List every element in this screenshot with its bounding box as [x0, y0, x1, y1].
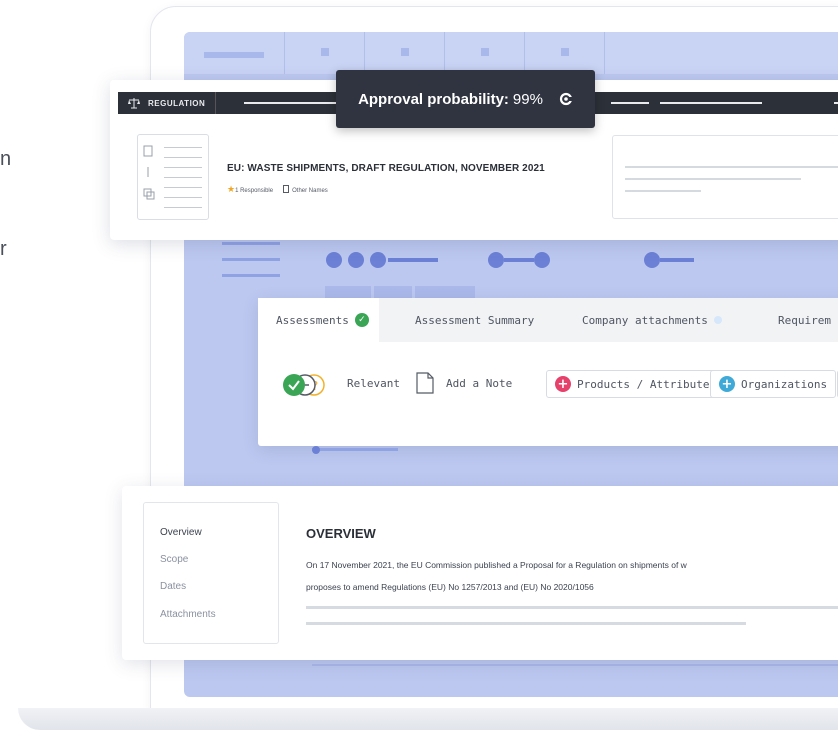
nav-item-scope[interactable]: Scope [160, 554, 188, 565]
overview-card: Overview Scope Dates Attachments OVERVIE… [122, 486, 838, 660]
timeline-dot-icon [312, 446, 320, 454]
laptop-base [18, 708, 838, 730]
doc-line [164, 167, 202, 168]
topbar-logo-placeholder [204, 52, 264, 58]
organizations-button[interactable]: + Organizations [710, 370, 837, 398]
step-circle-icon [644, 252, 660, 268]
doc-line [164, 147, 202, 148]
step-circle-icon [534, 252, 550, 268]
nav-item-dates[interactable]: Dates [160, 581, 186, 592]
responsible-label: 1 Responsible [235, 188, 274, 194]
approval-probability-value: 99% [512, 90, 543, 108]
text-placeholder-line [306, 606, 838, 609]
side-line [625, 178, 801, 180]
tab-dot-icon [561, 48, 569, 56]
document-icon [283, 185, 290, 193]
menu-line [222, 242, 280, 245]
chip-label: Organizations [741, 377, 828, 391]
header-line [244, 102, 348, 104]
document-tools-icon [143, 145, 155, 200]
overview-title: OVERVIEW [306, 526, 376, 541]
products-attributes-button[interactable]: + Products / Attributes [546, 370, 726, 398]
chip-label: Products / Attributes [577, 377, 717, 391]
plus-icon: + [555, 376, 571, 392]
responsible-link[interactable]: ★1 Responsible [227, 184, 273, 195]
side-line [625, 190, 701, 192]
step-circle-icon [348, 252, 364, 268]
topbar-tab[interactable] [444, 32, 524, 74]
note-icon[interactable] [416, 372, 434, 394]
topbar-tab[interactable] [604, 32, 684, 74]
step-connector [388, 258, 438, 262]
doc-line [164, 207, 202, 208]
topbar-tab[interactable] [524, 32, 604, 74]
relevant-label: Relevant [347, 377, 400, 390]
doc-line [164, 197, 202, 198]
nav-item-attachments[interactable]: Attachments [160, 609, 216, 620]
refresh-icon[interactable] [559, 92, 573, 106]
doc-line [164, 157, 202, 158]
topbar-tab[interactable] [284, 32, 364, 74]
header-line [660, 102, 762, 104]
step-circle-icon [370, 252, 386, 268]
assessment-tabs: Assessments ✓ Assessment Summary Company… [258, 298, 838, 342]
step-circle-icon [488, 252, 504, 268]
attachment-indicator-icon [713, 316, 722, 324]
regulation-side-panel [612, 135, 838, 219]
timeline-line [312, 448, 398, 451]
assessment-actions: ? Relevant Add a Note + Products / Attri… [258, 370, 838, 400]
overview-text-line: On 17 November 2021, the EU Commission p… [306, 560, 687, 570]
document-thumbnail[interactable] [137, 134, 209, 220]
regulation-meta: ★1 Responsible Other Names [227, 184, 328, 195]
nav-item-overview[interactable]: Overview [160, 527, 202, 538]
header-line [834, 102, 838, 104]
menu-line [222, 274, 280, 277]
overview-text-line: proposes to amend Regulations (EU) No 12… [306, 582, 594, 592]
header-line [611, 102, 649, 104]
regulation-tag-label: REGULATION [148, 98, 206, 108]
app-topbar [184, 32, 838, 74]
overview-nav: Overview Scope Dates Attachments [143, 502, 279, 644]
step-connector [660, 258, 694, 262]
step-circle-icon [326, 252, 342, 268]
approval-probability-tooltip: Approval probability: 99% [336, 70, 595, 128]
menu-line [222, 258, 280, 261]
plus-icon: + [719, 376, 735, 392]
other-names-label: Other Names [292, 188, 328, 194]
edge-text-fragment: n [0, 148, 12, 170]
regulation-title: EU: WASTE SHIPMENTS, DRAFT REGULATION, N… [227, 163, 545, 174]
tab-dot-icon [401, 48, 409, 56]
add-note-button[interactable]: Add a Note [446, 377, 512, 390]
tab-dot-icon [321, 48, 329, 56]
tab-assessment-summary[interactable]: Assessment Summary [415, 298, 534, 342]
tab-assessments[interactable]: Assessments ✓ [258, 298, 379, 342]
tab-company-attachments[interactable]: Company attachments [582, 298, 722, 342]
tab-label: Assessments [276, 313, 349, 327]
scale-icon [128, 98, 140, 109]
other-names-link[interactable]: Other Names [283, 185, 328, 194]
approval-probability-label: Approval probability: [358, 90, 509, 108]
tab-label: Requirem [778, 313, 831, 327]
doc-line [164, 187, 202, 188]
tab-dot-icon [481, 48, 489, 56]
text-placeholder-line [306, 622, 746, 625]
assessments-panel: Assessments ✓ Assessment Summary Company… [258, 298, 838, 446]
side-line [625, 166, 838, 168]
step-connector [504, 258, 534, 262]
tab-label: Company attachments [582, 313, 708, 327]
star-icon: ★ [227, 184, 236, 194]
edge-text-fragment: r [0, 238, 7, 260]
check-icon: ✓ [354, 313, 369, 327]
tab-requirements[interactable]: Requirem [778, 298, 831, 342]
relevance-toggle-icon[interactable]: ? [282, 372, 326, 398]
topbar-tab[interactable] [364, 32, 444, 74]
regulation-tag: REGULATION [118, 92, 217, 114]
screen-divider [312, 664, 838, 666]
tab-label: Assessment Summary [415, 313, 535, 327]
doc-line [164, 177, 202, 178]
